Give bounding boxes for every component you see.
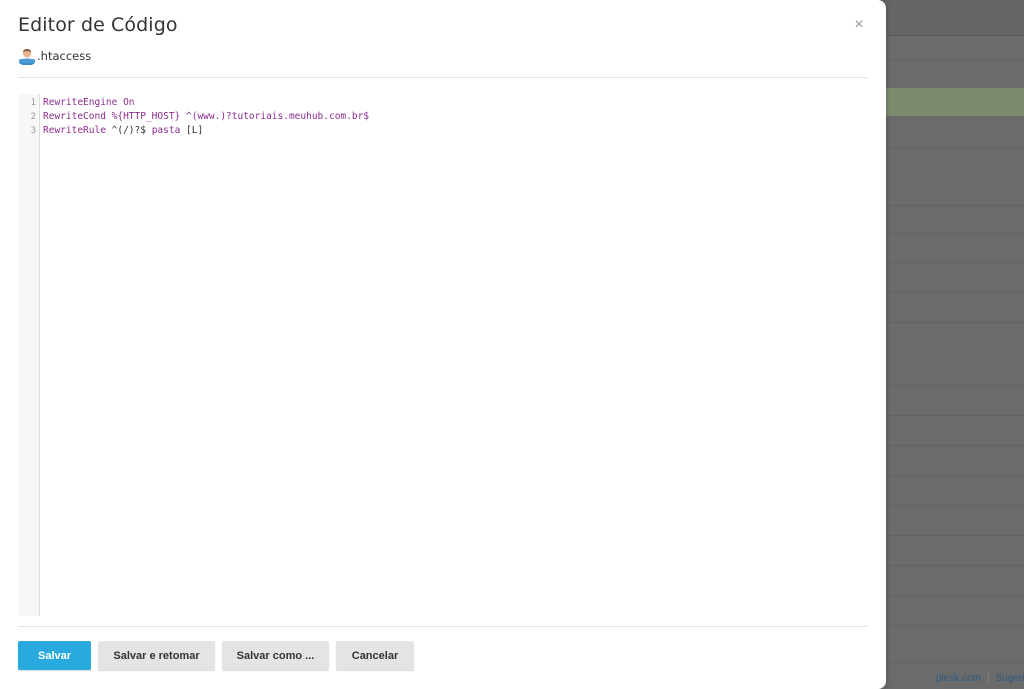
background-footer: plesk.com|Sugerir [886, 668, 1024, 689]
file-name: .htaccess [37, 49, 92, 63]
user-icon [18, 47, 36, 66]
background-divider [886, 60, 1024, 61]
background-divider [886, 662, 1024, 663]
footer-link-plesk[interactable]: plesk.com [936, 673, 981, 684]
code-token: pasta [151, 125, 181, 136]
code-line[interactable]: RewriteCond %{HTTP_HOST} ^(www.)?tutoria… [43, 111, 369, 122]
footer-link-suggest[interactable]: Sugerir [996, 673, 1024, 684]
background-divider [886, 505, 1024, 506]
file-info: .htaccess [18, 47, 92, 66]
background-divider [886, 475, 1024, 476]
header-divider [18, 77, 868, 78]
code-token: ^(www.)?tutoriais.meuhub.com.br$ [180, 111, 370, 122]
code-editor-dialog: Editor de Código × .htaccess 1 2 3 Rewri… [0, 0, 886, 689]
line-number: 3 [30, 126, 36, 136]
code-line[interactable]: RewriteRule ^(/)?$ pasta [L] [43, 125, 203, 136]
code-token: RewriteCond %{HTTP_HOST} [43, 111, 181, 122]
code-token: ^(/)?$ [105, 125, 152, 136]
background-divider [886, 262, 1024, 263]
background-divider [886, 233, 1024, 234]
dialog-title: Editor de Código [18, 14, 178, 36]
footer-divider [18, 626, 868, 627]
line-number-gutter: 1 2 3 [18, 94, 40, 616]
code-token: [L] [180, 125, 204, 136]
background-divider [886, 445, 1024, 446]
line-number: 1 [30, 98, 36, 108]
background-divider [886, 205, 1024, 206]
background-divider [886, 565, 1024, 566]
background-divider [886, 625, 1024, 626]
save-as-button[interactable]: Salvar como ... [222, 641, 329, 670]
code-token: RewriteRule [43, 125, 106, 136]
close-icon[interactable]: × [850, 16, 868, 34]
background-divider [886, 148, 1024, 149]
line-number: 2 [30, 112, 36, 122]
background-divider [886, 595, 1024, 596]
code-token: RewriteEngine On [43, 97, 135, 108]
background-divider [886, 385, 1024, 386]
save-button[interactable]: Salvar [18, 641, 91, 670]
save-and-return-button[interactable]: Salvar e retomar [98, 641, 215, 670]
code-editor[interactable]: 1 2 3 RewriteEngine On RewriteCond %{HTT… [18, 94, 868, 616]
background-divider [886, 322, 1024, 323]
background-divider [886, 292, 1024, 293]
background-divider [886, 535, 1024, 536]
code-line[interactable]: RewriteEngine On [43, 97, 135, 108]
background-highlight-row [886, 88, 1024, 116]
cancel-button[interactable]: Cancelar [336, 641, 414, 670]
background-divider [886, 415, 1024, 416]
